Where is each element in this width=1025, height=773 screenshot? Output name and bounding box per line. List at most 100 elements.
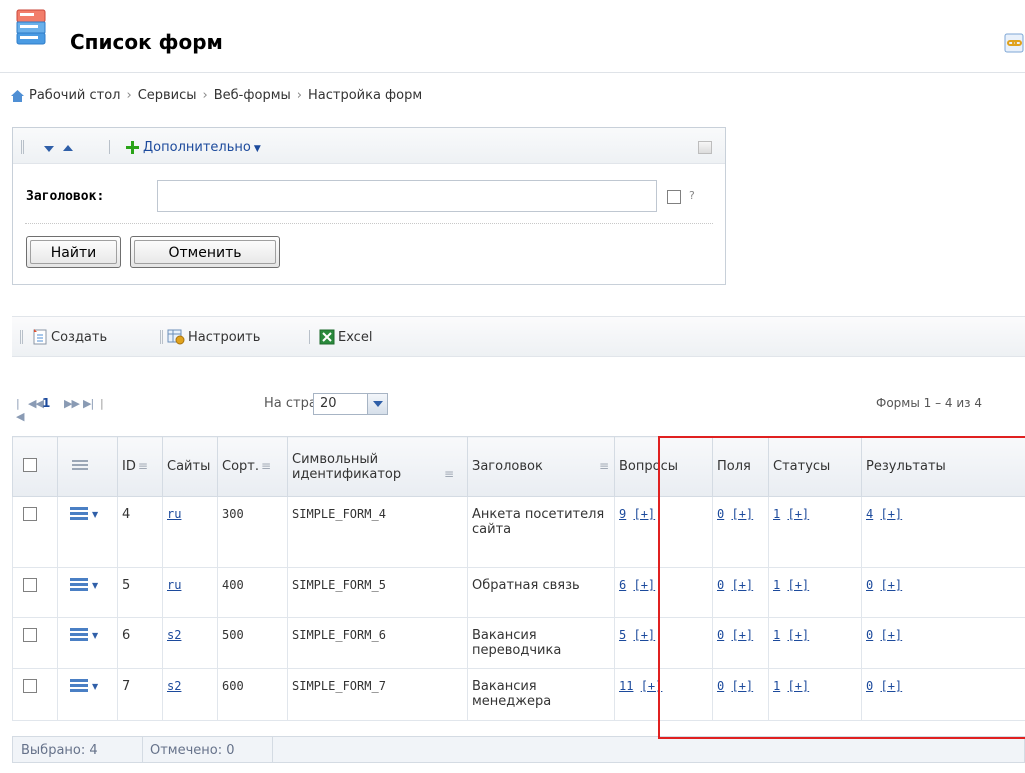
column-header-sites[interactable]: Сайты bbox=[162, 436, 218, 497]
row-checkbox[interactable] bbox=[23, 628, 37, 642]
row-title: Анкета посетителя сайта bbox=[467, 496, 615, 568]
breadcrumb-separator: › bbox=[296, 88, 302, 103]
row-results-cell: 4 [+] bbox=[861, 496, 1025, 568]
breadcrumb-item-desktop[interactable]: Рабочий стол bbox=[29, 88, 120, 103]
add-question-link[interactable]: [+] bbox=[641, 679, 663, 693]
add-status-link[interactable]: [+] bbox=[787, 578, 809, 592]
results-link[interactable]: 0 bbox=[866, 679, 873, 693]
site-link[interactable]: s2 bbox=[167, 679, 181, 693]
add-field-link[interactable]: [+] bbox=[731, 507, 753, 521]
row-actions-cell: ▼ bbox=[57, 617, 118, 669]
results-link[interactable]: 0 bbox=[866, 628, 873, 642]
fields-link[interactable]: 0 bbox=[717, 507, 724, 521]
row-checkbox[interactable] bbox=[23, 679, 37, 693]
create-button[interactable]: Создать bbox=[32, 329, 107, 345]
row-actions-cell: ▼ bbox=[57, 668, 118, 721]
next-page-icon[interactable]: ▶▶ bbox=[64, 397, 80, 410]
add-field-link[interactable]: [+] bbox=[731, 628, 753, 642]
configure-button[interactable]: Настроить bbox=[167, 329, 260, 345]
sort-icon: ≡ bbox=[261, 459, 272, 473]
find-button[interactable]: Найти bbox=[26, 236, 121, 268]
excel-icon bbox=[319, 329, 335, 345]
actions-header bbox=[57, 436, 118, 497]
more-filters-button[interactable]: Дополнительно ▼ bbox=[143, 140, 261, 155]
title-filter-input[interactable] bbox=[157, 180, 657, 212]
row-menu-icon bbox=[70, 507, 88, 520]
site-link[interactable]: ru bbox=[167, 578, 181, 592]
fields-link[interactable]: 0 bbox=[717, 628, 724, 642]
table-row[interactable]: ▼ 6 s2 500 SIMPLE_FORM_6 Вакансия перево… bbox=[12, 617, 1025, 669]
add-result-link[interactable]: [+] bbox=[880, 507, 902, 521]
checked-count: Отмечено: 0 bbox=[150, 743, 235, 758]
results-link[interactable]: 4 bbox=[866, 507, 873, 521]
row-questions-cell: 9 [+] bbox=[614, 496, 713, 568]
statuses-link[interactable]: 1 bbox=[773, 628, 780, 642]
questions-link[interactable]: 11 bbox=[619, 679, 633, 693]
add-result-link[interactable]: [+] bbox=[880, 628, 902, 642]
column-header-sid[interactable]: Символьный идентификатор ≡ bbox=[287, 436, 468, 497]
add-result-link[interactable]: [+] bbox=[880, 578, 902, 592]
add-status-link[interactable]: [+] bbox=[787, 679, 809, 693]
add-question-link[interactable]: [+] bbox=[633, 507, 655, 521]
column-header-sites-label: Сайты bbox=[167, 459, 211, 474]
create-button-label: Создать bbox=[51, 329, 108, 345]
fields-link[interactable]: 0 bbox=[717, 679, 724, 693]
collapse-up-icon[interactable] bbox=[63, 145, 73, 151]
current-page[interactable]: 1 bbox=[42, 396, 50, 410]
results-link[interactable]: 0 bbox=[866, 578, 873, 592]
add-result-link[interactable]: [+] bbox=[880, 679, 902, 693]
records-summary: Формы 1 – 4 из 4 bbox=[876, 396, 982, 410]
help-mark[interactable]: ? bbox=[689, 189, 695, 202]
statuses-link[interactable]: 1 bbox=[773, 679, 780, 693]
statuses-link[interactable]: 1 bbox=[773, 578, 780, 592]
row-actions-menu[interactable]: ▼ bbox=[70, 628, 98, 642]
fields-link[interactable]: 0 bbox=[717, 578, 724, 592]
questions-link[interactable]: 9 bbox=[619, 507, 626, 521]
row-actions-menu[interactable]: ▼ bbox=[70, 578, 98, 592]
per-page-select[interactable]: 20 bbox=[313, 393, 388, 415]
chevron-down-icon: ▼ bbox=[253, 144, 261, 154]
last-page-icon[interactable]: ▶| bbox=[83, 397, 94, 410]
breadcrumb-item-webforms[interactable]: Веб-формы bbox=[214, 88, 291, 103]
site-link[interactable]: s2 bbox=[167, 628, 181, 642]
table-row[interactable]: ▼ 7 s2 600 SIMPLE_FORM_7 Вакансия менедж… bbox=[12, 668, 1025, 721]
first-page-icon[interactable]: |◀ bbox=[16, 397, 25, 423]
row-actions-menu[interactable]: ▼ bbox=[70, 679, 98, 693]
exact-match-checkbox[interactable] bbox=[667, 190, 681, 204]
chevron-down-icon: ▼ bbox=[92, 509, 99, 519]
excel-export-button[interactable]: Excel bbox=[319, 329, 372, 345]
add-question-link[interactable]: [+] bbox=[633, 578, 655, 592]
column-header-id[interactable]: ID ≡ bbox=[117, 436, 163, 497]
row-checkbox[interactable] bbox=[23, 507, 37, 521]
row-statuses-cell: 1 [+] bbox=[768, 668, 862, 721]
column-header-sort[interactable]: Сорт. ≡ bbox=[217, 436, 288, 497]
select-all-checkbox[interactable] bbox=[23, 457, 37, 472]
row-title: Обратная связь bbox=[467, 567, 615, 618]
add-question-link[interactable]: [+] bbox=[633, 628, 655, 642]
add-field-link[interactable]: [+] bbox=[731, 679, 753, 693]
row-questions-cell: 5 [+] bbox=[614, 617, 713, 669]
column-header-title[interactable]: Заголовок ≡ bbox=[467, 436, 615, 497]
add-icon[interactable] bbox=[126, 141, 139, 154]
statuses-link[interactable]: 1 bbox=[773, 507, 780, 521]
cancel-button[interactable]: Отменить bbox=[130, 236, 280, 268]
excel-button-label: Excel bbox=[338, 329, 373, 345]
expand-down-icon[interactable] bbox=[44, 146, 54, 152]
add-status-link[interactable]: [+] bbox=[787, 507, 809, 521]
home-icon[interactable] bbox=[11, 89, 24, 102]
breadcrumb-item-services[interactable]: Сервисы bbox=[138, 88, 197, 103]
table-row[interactable]: ▼ 4 ru 300 SIMPLE_FORM_4 Анкета посетите… bbox=[12, 496, 1025, 568]
link-icon[interactable] bbox=[1003, 31, 1025, 55]
minimize-panel-button[interactable] bbox=[698, 141, 712, 154]
column-settings-icon[interactable] bbox=[70, 458, 90, 472]
table-row[interactable]: ▼ 5 ru 400 SIMPLE_FORM_5 Обратная связь … bbox=[12, 567, 1025, 618]
row-checkbox[interactable] bbox=[23, 578, 37, 592]
questions-link[interactable]: 6 bbox=[619, 578, 626, 592]
add-field-link[interactable]: [+] bbox=[731, 578, 753, 592]
add-status-link[interactable]: [+] bbox=[787, 628, 809, 642]
site-link[interactable]: ru bbox=[167, 507, 181, 521]
prev-page-icon[interactable]: ◀◀ bbox=[28, 397, 44, 410]
row-actions-menu[interactable]: ▼ bbox=[70, 507, 98, 521]
chevron-down-icon[interactable] bbox=[367, 394, 387, 414]
questions-link[interactable]: 5 bbox=[619, 628, 626, 642]
